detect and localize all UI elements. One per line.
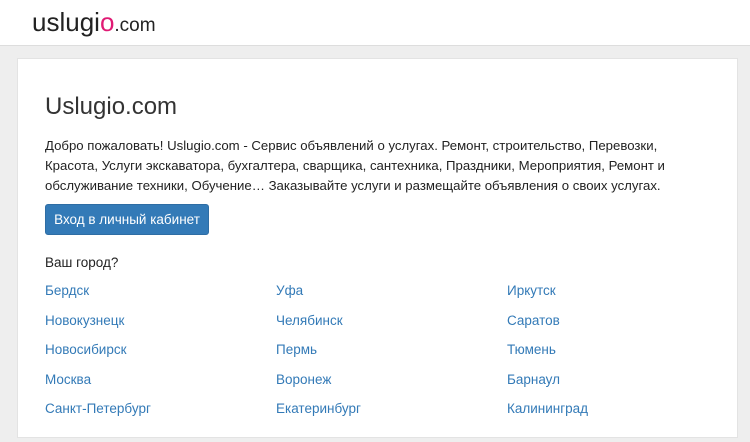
intro-text: Добро пожаловать! Uslugio.com - Сервис о… [45,138,665,193]
logo-accent: o [99,7,115,37]
city-link-novosibirsk[interactable]: Новосибирск [45,341,127,359]
city-link-irkutsk[interactable]: Иркутск [507,282,556,300]
city-link-perm[interactable]: Пермь [276,341,317,359]
site-logo[interactable]: uslugio.com [32,7,156,41]
city-link-barnaul[interactable]: Барнаул [507,371,560,389]
page-title: Uslugio.com [45,93,178,120]
top-bar: uslugio.com [0,0,750,46]
logo-tld: .com [114,15,156,36]
city-link-kaliningrad[interactable]: Калининград [507,400,588,418]
city-list: Бердск Уфа Иркутск Новокузнецк Челябинск… [45,282,735,442]
city-link-saratov[interactable]: Саратов [507,312,560,330]
city-link-voronezh[interactable]: Воронеж [276,371,331,389]
city-link-moscow[interactable]: Москва [45,371,91,389]
logo-main: uslugi [32,7,100,37]
city-link-novokuznetsk[interactable]: Новокузнецк [45,312,124,330]
main-card: Uslugio.com Добро пожаловать! Uslugio.co… [17,58,738,438]
city-link-yekaterinburg[interactable]: Екатеринбург [276,400,361,418]
city-link-chelyabinsk[interactable]: Челябинск [276,312,343,330]
city-link-saint-petersburg[interactable]: Санкт-Петербург [45,400,151,418]
login-button[interactable]: Вход в личный кабинет [45,204,209,235]
city-link-tyumen[interactable]: Тюмень [507,341,556,359]
city-link-berdsk[interactable]: Бердск [45,282,89,300]
city-link-ufa[interactable]: Уфа [276,282,303,300]
city-prompt: Ваш город? [45,255,119,270]
